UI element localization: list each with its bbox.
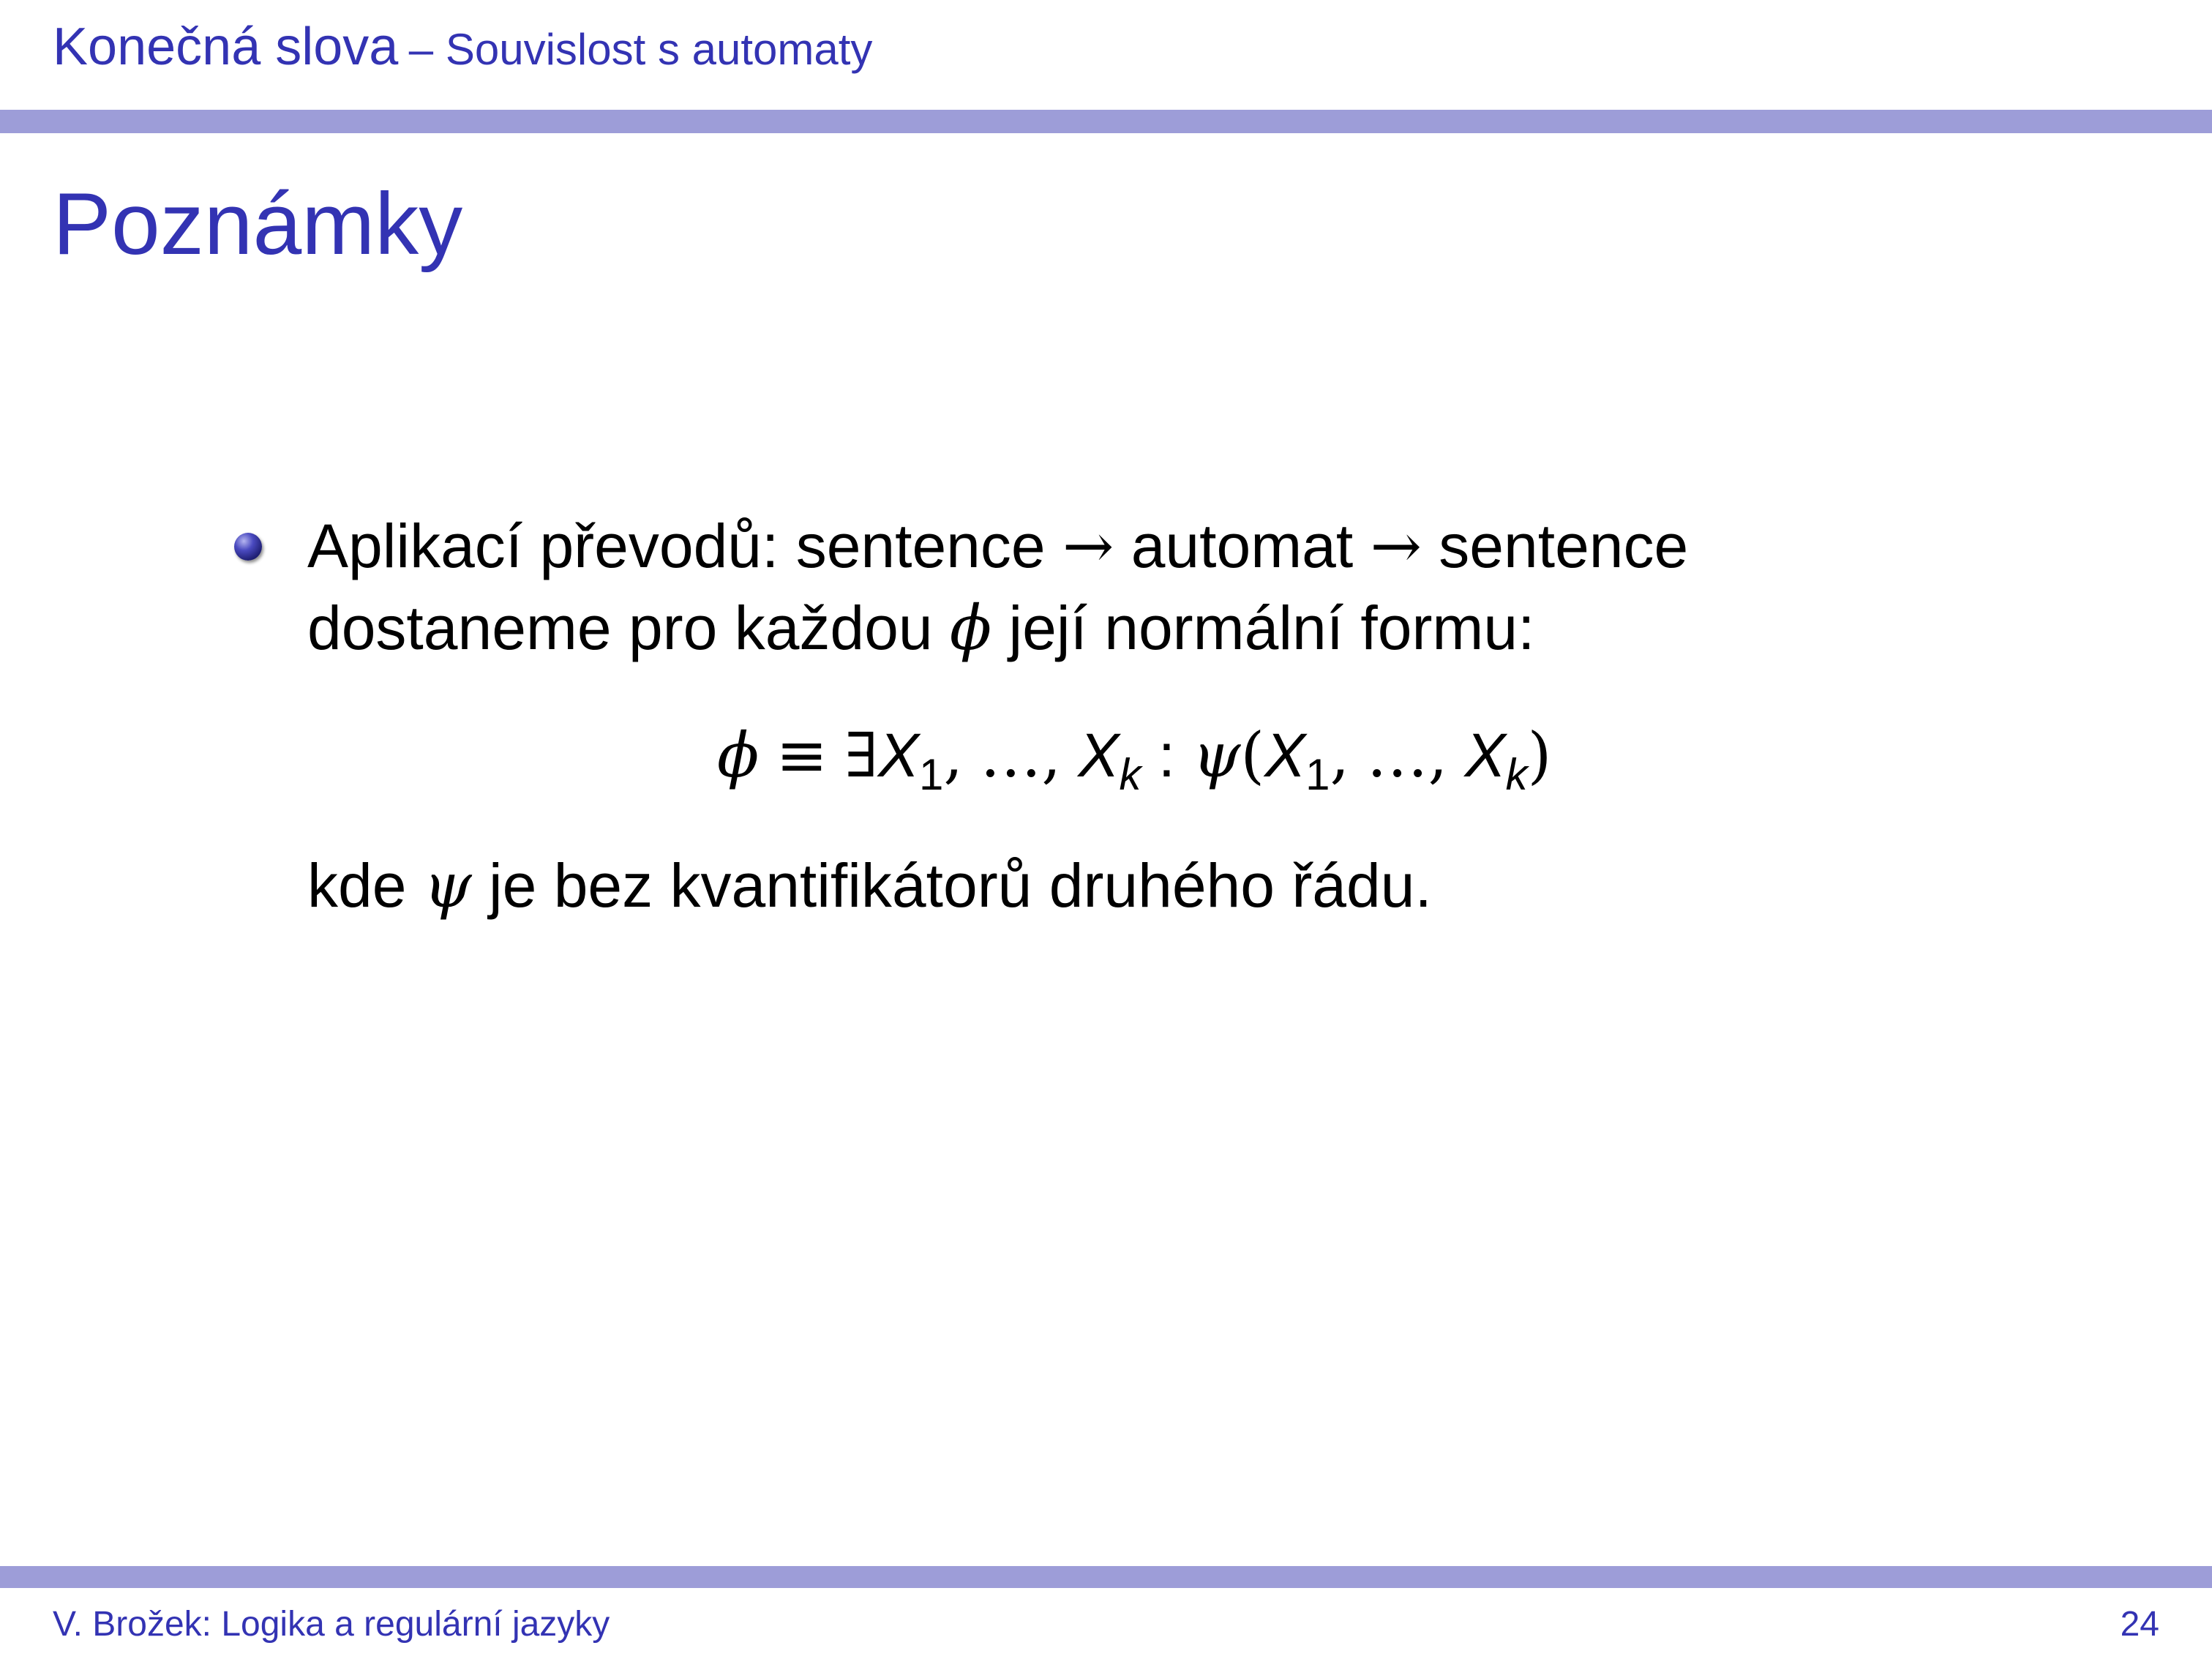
formula-exists: ∃ — [844, 719, 878, 791]
formula-subscript: 1 — [1305, 750, 1330, 799]
slide-header: Konečná slova – Souvislost s automaty — [0, 0, 2212, 110]
item-line-2: dostaneme pro každou ϕ její normální for… — [307, 587, 1917, 669]
footer-author: V. Brožek: Logika a regulární jazyky — [53, 1605, 610, 1644]
formula-var: X — [1464, 721, 1506, 790]
formula-dots: … — [1366, 719, 1428, 791]
page-number: 24 — [2120, 1605, 2159, 1644]
footer-divider-bar — [0, 1566, 2212, 1588]
text-fragment: její normální formu: — [1008, 593, 1535, 662]
item-line-3: kde ψ je bez kvantifikátorů druhého řádu… — [307, 845, 1917, 926]
text-fragment: dostaneme pro každou — [307, 593, 933, 662]
header-divider-bar — [0, 110, 2212, 133]
text-fragment: kde — [307, 851, 407, 920]
phi-symbol: ϕ — [949, 592, 992, 664]
text-fragment: Aplikací převodů: sentence — [307, 512, 1046, 580]
formula-var: X — [877, 721, 919, 790]
slide-content: Aplikací převodů: sentence → automat → s… — [234, 505, 1917, 926]
arrow-symbol: → — [1370, 510, 1422, 582]
text-fragment: je bez kvantifikátorů druhého řádu. — [489, 851, 1432, 920]
bullet-ball-icon — [234, 533, 262, 561]
text-fragment: sentence — [1439, 512, 1689, 580]
section-title: Konečná slova — [53, 18, 399, 76]
formula-comma: , — [1428, 719, 1448, 791]
psi-symbol: ψ — [423, 850, 472, 921]
display-formula: ϕ ≡ ∃X1, …, Xk : ψ(X1, …, Xk) — [307, 714, 1917, 799]
formula-psi: ψ — [1192, 719, 1241, 791]
arrow-symbol: → — [1062, 510, 1114, 582]
bullet-item: Aplikací převodů: sentence → automat → s… — [234, 505, 1917, 926]
header-breadcrumb: Konečná slova – Souvislost s automaty — [53, 20, 872, 73]
formula-comma: , — [1041, 719, 1062, 791]
formula-phi: ϕ — [717, 719, 760, 791]
formula-paren: ( — [1240, 719, 1265, 791]
formula-comma: , — [1330, 719, 1350, 791]
formula-dots: … — [980, 719, 1042, 791]
formula-var: X — [1078, 721, 1120, 790]
formula-var: X — [1264, 721, 1306, 790]
formula-equiv: ≡ — [776, 719, 828, 791]
slide-footer: V. Brožek: Logika a regulární jazyky 24 — [0, 1588, 2212, 1659]
formula-subscript: k — [1505, 750, 1528, 799]
subsection-title: – Souvislost s automaty — [408, 25, 873, 74]
formula-colon: : — [1158, 721, 1176, 790]
formula-subscript: k — [1119, 750, 1141, 799]
formula-paren: ) — [1527, 719, 1552, 791]
formula-comma: , — [943, 719, 964, 791]
formula-subscript: 1 — [918, 750, 944, 799]
frame-title: Poznámky — [53, 175, 463, 273]
text-fragment: automat — [1131, 512, 1354, 580]
item-line-1: Aplikací převodů: sentence → automat → s… — [307, 505, 1917, 587]
